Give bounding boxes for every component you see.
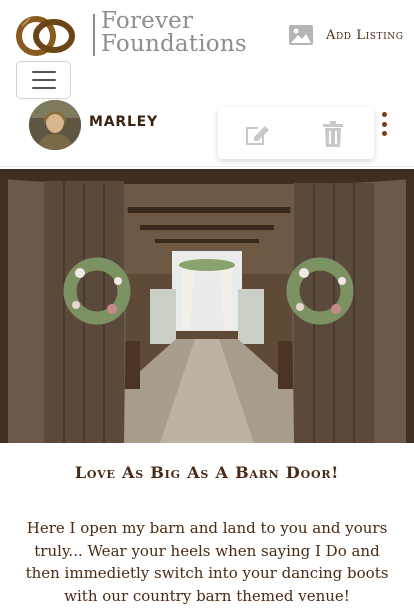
hamburger-menu-icon-bar [31,79,56,81]
post-actions-dropdown [218,107,374,159]
post-title: Love As Big As A Barn Door! [74,463,340,482]
kebab-dot [381,112,387,117]
kebab-dot [381,121,387,127]
image-icon [289,25,313,45]
post-image [0,169,414,443]
post-author-row: MARLEY [0,100,414,164]
post-body: Here I open my barn and land to you and … [25,519,389,605]
rings-logo-icon [16,16,75,56]
hamburger-menu-icon [31,71,56,73]
add-listing-label: Add Listing [326,27,404,43]
add-listing-link[interactable]: Add Listing [288,22,404,48]
logo-line-1: Forever [101,8,194,34]
avatar-photo [29,100,81,150]
logo-line-2: Foundations [101,31,247,57]
post-content: Love As Big As A Barn Door! Here I open … [0,443,414,611]
edit-icon[interactable] [242,119,272,149]
divider [0,166,414,167]
kebab-menu-icon[interactable] [377,112,391,136]
site-logo[interactable]: Forever Foundations [16,10,247,60]
trash-icon[interactable] [318,119,348,149]
logo-divider [93,14,95,56]
avatar[interactable] [29,100,81,150]
hamburger-menu-button[interactable] [16,61,71,99]
logo-wordmark: Forever Foundations [101,10,247,56]
author-name[interactable]: MARLEY [89,114,158,130]
barn-doors-photo [0,169,414,443]
site-header: Forever Foundations Add Listing [0,0,414,104]
kebab-dot [381,131,387,136]
hamburger-menu-icon-bar [31,87,56,89]
